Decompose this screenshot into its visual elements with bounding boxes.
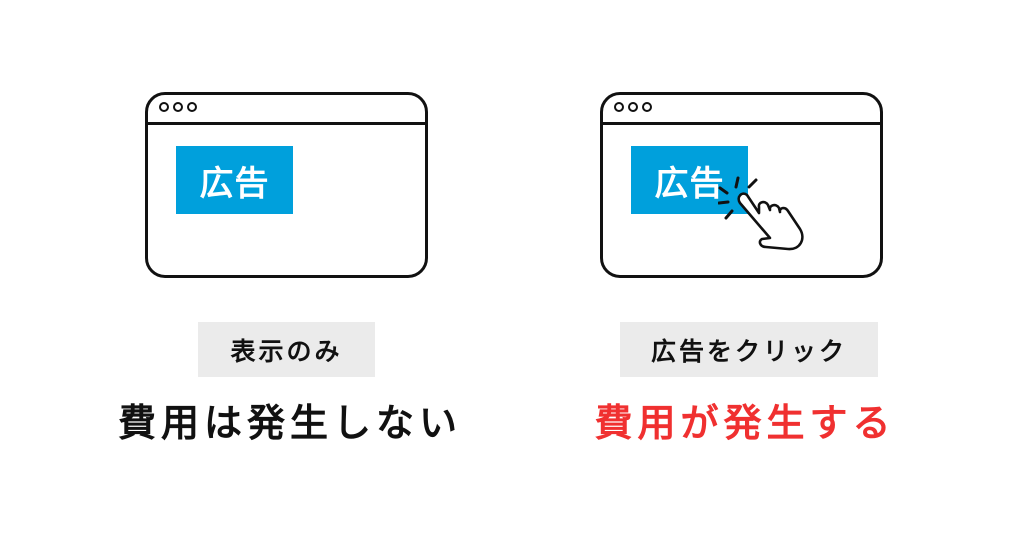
window-titlebar [603, 95, 880, 125]
ad-banner: 広告 [176, 146, 293, 214]
window-titlebar [148, 95, 425, 125]
window-dot-icon [642, 102, 652, 112]
condition-label-view-only: 表示のみ [198, 322, 375, 377]
window-dot-icon [159, 102, 169, 112]
browser-window-left: 広告 [145, 92, 428, 278]
result-no-cost: 費用は発生しない [117, 400, 462, 445]
result-cost-incurred: 費用が発生する [594, 400, 896, 445]
window-controls [614, 102, 652, 112]
window-dot-icon [628, 102, 638, 112]
window-dot-icon [614, 102, 624, 112]
hand-shape [737, 192, 804, 251]
window-dot-icon [173, 102, 183, 112]
pointing-hand-click-icon [718, 176, 804, 251]
window-dot-icon [187, 102, 197, 112]
window-controls [159, 102, 197, 112]
condition-label-click: 広告をクリック [620, 322, 878, 377]
